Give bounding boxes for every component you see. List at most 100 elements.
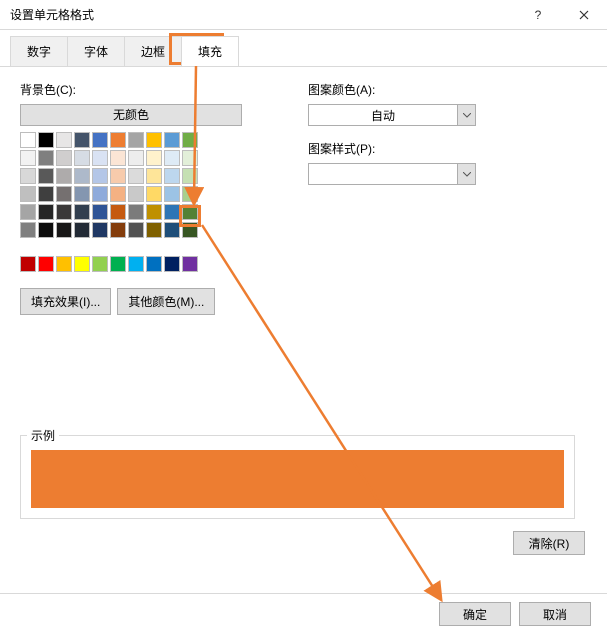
- cancel-button[interactable]: 取消: [519, 602, 591, 626]
- color-swatch[interactable]: [56, 150, 72, 166]
- color-swatch[interactable]: [164, 222, 180, 238]
- color-swatch[interactable]: [74, 186, 90, 202]
- chevron-down-icon: [457, 105, 475, 125]
- color-swatch[interactable]: [182, 186, 198, 202]
- dialog-buttons: 确定 取消: [0, 593, 607, 638]
- color-swatch[interactable]: [56, 168, 72, 184]
- color-swatch[interactable]: [20, 204, 36, 220]
- color-swatch[interactable]: [164, 186, 180, 202]
- color-swatch[interactable]: [128, 168, 144, 184]
- color-grid-standard: [20, 256, 280, 272]
- sample-swatch: [31, 450, 564, 508]
- color-swatch[interactable]: [182, 168, 198, 184]
- color-swatch[interactable]: [146, 168, 162, 184]
- color-swatch[interactable]: [182, 150, 198, 166]
- color-swatch[interactable]: [146, 256, 162, 272]
- color-swatch[interactable]: [110, 150, 126, 166]
- color-swatch[interactable]: [20, 186, 36, 202]
- color-swatch[interactable]: [20, 132, 36, 148]
- right-column: 图案颜色(A): 自动 图案样式(P):: [308, 81, 587, 315]
- color-swatch[interactable]: [164, 132, 180, 148]
- color-swatch[interactable]: [74, 222, 90, 238]
- color-swatch[interactable]: [20, 168, 36, 184]
- pattern-color-label: 图案颜色(A):: [308, 81, 587, 98]
- color-swatch[interactable]: [110, 204, 126, 220]
- color-swatch[interactable]: [92, 204, 108, 220]
- bgcolor-label: 背景色(C):: [20, 81, 280, 98]
- pattern-color-select[interactable]: 自动: [308, 104, 476, 126]
- color-swatch[interactable]: [128, 132, 144, 148]
- no-color-button[interactable]: 无颜色: [20, 104, 242, 126]
- dialog-body: 背景色(C): 无颜色 填充效果(I)... 其他颜色(M)... 图案颜色(A…: [0, 67, 607, 565]
- color-swatch[interactable]: [92, 222, 108, 238]
- tab-fill[interactable]: 填充: [181, 36, 239, 66]
- tab-border[interactable]: 边框: [124, 36, 182, 66]
- color-swatch[interactable]: [110, 256, 126, 272]
- chevron-down-icon: [457, 164, 475, 184]
- sample-fieldset: 示例: [20, 435, 575, 519]
- color-swatch[interactable]: [182, 204, 198, 220]
- color-swatch[interactable]: [110, 168, 126, 184]
- color-swatch[interactable]: [110, 222, 126, 238]
- color-swatch[interactable]: [56, 132, 72, 148]
- color-swatch[interactable]: [38, 150, 54, 166]
- color-swatch[interactable]: [74, 150, 90, 166]
- color-swatch[interactable]: [56, 222, 72, 238]
- color-swatch[interactable]: [74, 256, 90, 272]
- color-swatch[interactable]: [164, 204, 180, 220]
- color-swatch[interactable]: [146, 204, 162, 220]
- color-swatch[interactable]: [92, 256, 108, 272]
- color-swatch[interactable]: [164, 168, 180, 184]
- color-swatch[interactable]: [146, 132, 162, 148]
- pattern-color-value: 自动: [309, 107, 457, 124]
- color-swatch[interactable]: [182, 132, 198, 148]
- color-swatch[interactable]: [146, 186, 162, 202]
- close-button[interactable]: [561, 0, 607, 30]
- titlebar: 设置单元格格式 ?: [0, 0, 607, 30]
- ok-button[interactable]: 确定: [439, 602, 511, 626]
- color-swatch[interactable]: [146, 150, 162, 166]
- color-swatch[interactable]: [128, 222, 144, 238]
- color-swatch[interactable]: [38, 186, 54, 202]
- fill-effects-button[interactable]: 填充效果(I)...: [20, 288, 111, 315]
- color-swatch[interactable]: [38, 204, 54, 220]
- tab-font[interactable]: 字体: [67, 36, 125, 66]
- color-swatch[interactable]: [20, 150, 36, 166]
- color-swatch[interactable]: [56, 186, 72, 202]
- color-swatch[interactable]: [20, 256, 36, 272]
- color-swatch[interactable]: [74, 204, 90, 220]
- other-colors-button[interactable]: 其他颜色(M)...: [117, 288, 215, 315]
- color-swatch[interactable]: [110, 186, 126, 202]
- color-swatch[interactable]: [164, 256, 180, 272]
- color-swatch[interactable]: [74, 168, 90, 184]
- color-swatch[interactable]: [20, 222, 36, 238]
- color-swatch[interactable]: [38, 222, 54, 238]
- color-swatch[interactable]: [56, 204, 72, 220]
- color-swatch[interactable]: [38, 132, 54, 148]
- pattern-style-select[interactable]: [308, 163, 476, 185]
- color-swatch[interactable]: [110, 132, 126, 148]
- color-swatch[interactable]: [74, 132, 90, 148]
- color-swatch[interactable]: [128, 186, 144, 202]
- color-grid-theme: [20, 132, 280, 238]
- color-swatch[interactable]: [92, 150, 108, 166]
- help-button[interactable]: ?: [515, 0, 561, 30]
- color-swatch[interactable]: [164, 150, 180, 166]
- color-swatch[interactable]: [92, 132, 108, 148]
- color-swatch[interactable]: [182, 222, 198, 238]
- color-swatch[interactable]: [38, 256, 54, 272]
- color-swatch[interactable]: [128, 204, 144, 220]
- color-swatch[interactable]: [146, 222, 162, 238]
- color-swatch[interactable]: [128, 150, 144, 166]
- dialog-title: 设置单元格格式: [10, 6, 515, 23]
- color-swatch[interactable]: [92, 168, 108, 184]
- tab-number[interactable]: 数字: [10, 36, 68, 66]
- color-swatch[interactable]: [38, 168, 54, 184]
- color-swatch[interactable]: [92, 186, 108, 202]
- color-swatch[interactable]: [128, 256, 144, 272]
- left-column: 背景色(C): 无颜色 填充效果(I)... 其他颜色(M)...: [20, 81, 280, 315]
- color-swatch[interactable]: [56, 256, 72, 272]
- pattern-style-label: 图案样式(P):: [308, 140, 587, 157]
- clear-button[interactable]: 清除(R): [513, 531, 585, 555]
- color-swatch[interactable]: [182, 256, 198, 272]
